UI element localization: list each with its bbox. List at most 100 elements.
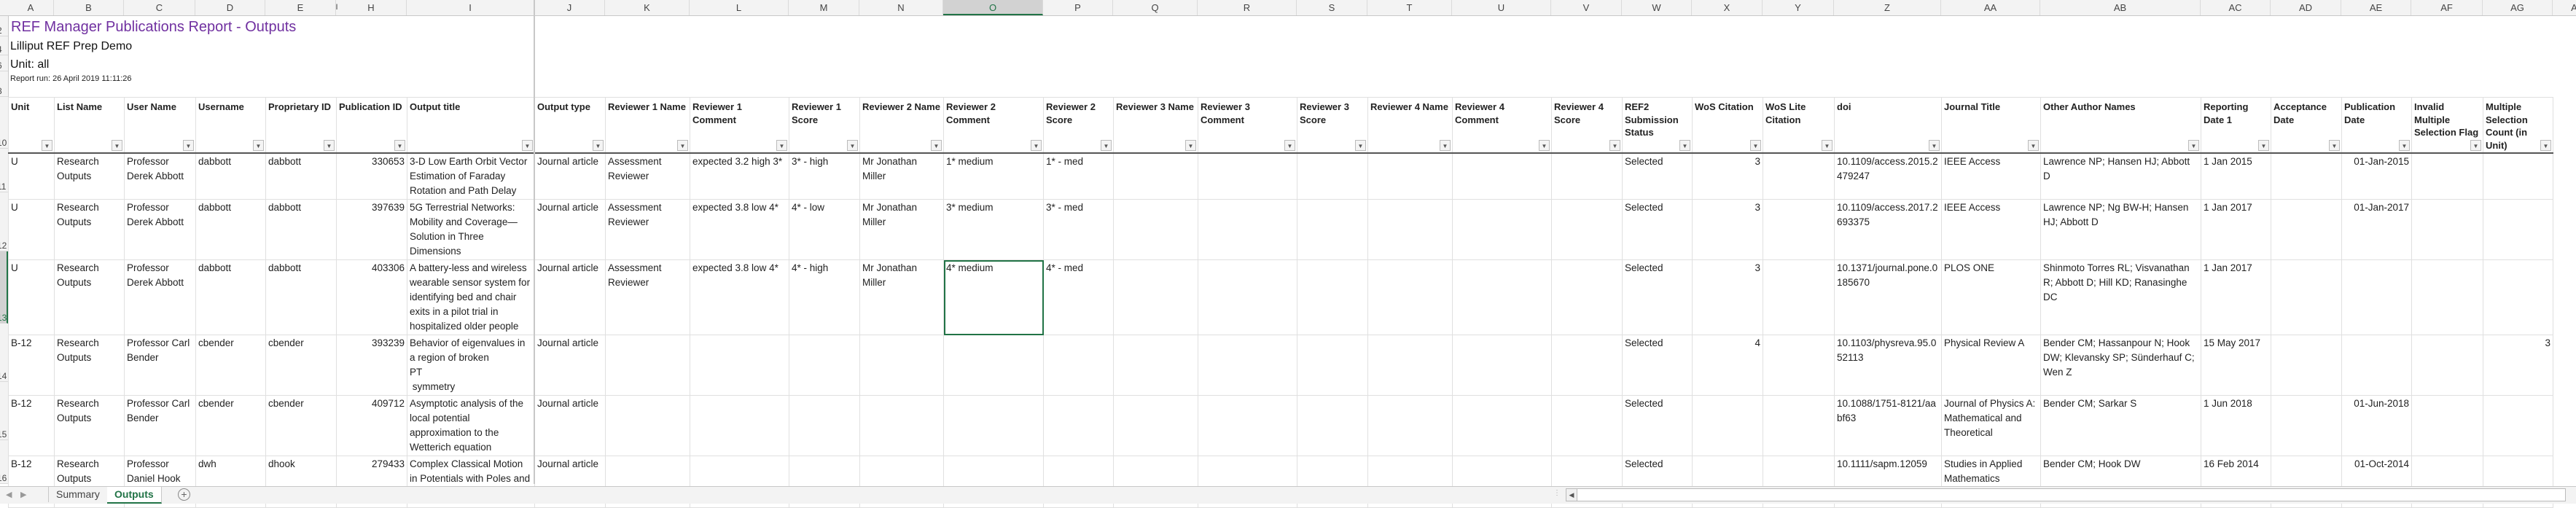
cell-publication-date[interactable]: 01-Jan-2017 (2341, 199, 2412, 260)
cell-reviewer-4-comment[interactable] (1452, 199, 1552, 260)
tab-split-handle[interactable]: ⋮ (1553, 489, 1561, 497)
filter-dropdown-icon[interactable]: ▼ (2540, 140, 2551, 151)
filter-dropdown-icon[interactable]: ▼ (1609, 140, 1620, 151)
column-letter[interactable]: AD (2271, 0, 2341, 15)
next-sheet-icon[interactable]: ▶ (20, 490, 26, 499)
column-letter[interactable]: Q (1113, 0, 1198, 15)
filter-dropdown-icon[interactable]: ▼ (1101, 140, 1112, 151)
column-letter[interactable]: R (1198, 0, 1297, 15)
cell-output-type[interactable]: Journal article (534, 199, 606, 260)
column-letter[interactable]: C (124, 0, 195, 15)
filter-dropdown-icon[interactable]: ▼ (394, 140, 405, 151)
cell-wos-citation[interactable] (1692, 395, 1763, 456)
cell-publication-id[interactable]: 393239 (336, 335, 407, 396)
cell-reviewer-3-score[interactable] (1297, 199, 1368, 260)
filter-dropdown-icon[interactable]: ▼ (677, 140, 688, 151)
row-number[interactable]: 10 (0, 97, 8, 149)
cell-unit[interactable]: B-12 (8, 395, 55, 456)
cell-reviewer-4-score[interactable] (1551, 259, 1623, 335)
cell-ref2-submission-status[interactable]: Selected (1622, 199, 1693, 260)
cell-output-title[interactable]: 5G Terrestrial Networks: Mobility and Co… (407, 199, 535, 260)
hidden-columns-marker[interactable]: I (335, 0, 339, 15)
cell-acceptance-date[interactable] (2271, 395, 2342, 456)
cell-reporting-date-1[interactable]: 1 Jan 2015 (2201, 152, 2271, 200)
cell-username[interactable]: cbender (195, 335, 266, 396)
column-letter[interactable]: K (605, 0, 690, 15)
row-number[interactable]: 11 (0, 149, 8, 192)
cell-output-title[interactable]: Asymptotic analysis of the local potenti… (407, 395, 535, 456)
cell-unit[interactable]: B-12 (8, 335, 55, 396)
cell-list-name[interactable]: Research Outputs (54, 259, 125, 335)
cell-publication-id[interactable]: 403306 (336, 259, 407, 335)
column-letter[interactable]: H (336, 0, 407, 15)
cell-reviewer-4-name[interactable] (1367, 395, 1453, 456)
filter-dropdown-icon[interactable]: ▼ (253, 140, 264, 151)
cell-output-type[interactable]: Journal article (534, 152, 606, 200)
cell-reviewer-2-score[interactable]: 3* - med (1043, 199, 1114, 260)
filter-dropdown-icon[interactable]: ▼ (1185, 140, 1196, 151)
cell-reviewer-3-comment[interactable] (1198, 259, 1297, 335)
cell-reviewer-4-comment[interactable] (1452, 335, 1552, 396)
filter-dropdown-icon[interactable]: ▼ (324, 140, 335, 151)
filter-dropdown-icon[interactable]: ▼ (2258, 140, 2269, 151)
cell-reviewer-1-comment[interactable]: expected 3.8 low 4* (690, 199, 789, 260)
cell-journal-title[interactable]: PLOS ONE (1941, 259, 2041, 335)
filter-dropdown-icon[interactable]: ▼ (1355, 140, 1366, 151)
cell-reviewer-4-name[interactable] (1367, 199, 1453, 260)
cell-wos-lite-citation[interactable] (1763, 335, 1835, 396)
row-number[interactable]: 6 (0, 55, 8, 71)
add-sheet-icon[interactable]: + (178, 488, 190, 501)
cell-doi[interactable]: 10.1109/access.2017.2693375 (1834, 199, 1942, 260)
cell-reviewer-4-comment[interactable] (1452, 259, 1552, 335)
filter-dropdown-icon[interactable]: ▼ (183, 140, 194, 151)
cell-reviewer-1-comment[interactable]: expected 3.2 high 3* (690, 152, 789, 200)
column-letter[interactable]: U (1452, 0, 1551, 15)
filter-dropdown-icon[interactable]: ▼ (2470, 140, 2481, 151)
cell-reviewer-1-comment[interactable] (690, 335, 789, 396)
cell-user-name[interactable]: Professor Derek Abbott (124, 152, 196, 200)
cell-other-author-names[interactable]: Bender CM; Hassanpour N; Hook DW; Klevan… (2040, 335, 2201, 396)
filter-dropdown-icon[interactable]: ▼ (1284, 140, 1295, 151)
column-letter[interactable]: X (1692, 0, 1763, 15)
filter-dropdown-icon[interactable]: ▼ (847, 140, 858, 151)
cell-reviewer-4-score[interactable] (1551, 395, 1623, 456)
cell-reviewer-2-comment[interactable] (943, 395, 1044, 456)
filter-dropdown-icon[interactable]: ▼ (593, 140, 604, 151)
cell-invalid-multiple-selection-flag[interactable] (2411, 199, 2483, 260)
cell-acceptance-date[interactable] (2271, 199, 2342, 260)
cell-doi[interactable]: 10.1109/access.2015.2479247 (1834, 152, 1942, 200)
filter-dropdown-icon[interactable]: ▼ (1031, 140, 1042, 151)
cell-list-name[interactable]: Research Outputs (54, 335, 125, 396)
cell-reviewer-4-name[interactable] (1367, 152, 1453, 200)
row-number[interactable]: 8 (0, 71, 8, 97)
cell-reviewer-1-comment[interactable] (690, 395, 789, 456)
sheet-tab-summary[interactable]: Summary (48, 487, 108, 502)
cell-doi[interactable]: 10.1088/1751-8121/aabf63 (1834, 395, 1942, 456)
cell-unit[interactable]: U (8, 199, 55, 260)
cell-reviewer-4-name[interactable] (1367, 335, 1453, 396)
cell-reviewer-3-name[interactable] (1113, 259, 1198, 335)
cell-proprietary-id[interactable]: dabbott (265, 152, 337, 200)
cell-reviewer-2-name[interactable] (859, 335, 944, 396)
cell-proprietary-id[interactable]: dabbott (265, 199, 337, 260)
cell-reviewer-3-comment[interactable] (1198, 152, 1297, 200)
cell-unit[interactable]: U (8, 152, 55, 200)
cell-reviewer-3-comment[interactable] (1198, 395, 1297, 456)
cell-reporting-date-1[interactable]: 15 May 2017 (2201, 335, 2271, 396)
cell-reviewer-1-comment[interactable]: expected 3.8 low 4* (690, 259, 789, 335)
horizontal-scrollbar[interactable]: ◀ (1566, 488, 2566, 501)
cell-reviewer-2-score[interactable]: 1* - med (1043, 152, 1114, 200)
cell-reviewer-1-score[interactable]: 4* - high (789, 259, 860, 335)
cell-journal-title[interactable]: Journal of Physics A: Mathematical and T… (1941, 395, 2041, 456)
row-number[interactable]: 12 (0, 192, 8, 251)
cell-reviewer-3-score[interactable] (1297, 395, 1368, 456)
cell-wos-lite-citation[interactable] (1763, 199, 1835, 260)
cell-reviewer-2-score[interactable] (1043, 395, 1114, 456)
cell-multiple-selection-count-in-unit[interactable] (2483, 395, 2553, 456)
filter-dropdown-icon[interactable]: ▼ (1440, 140, 1451, 151)
cell-proprietary-id[interactable]: cbender (265, 395, 337, 456)
cell-journal-title[interactable]: IEEE Access (1941, 152, 2041, 200)
cell-output-title[interactable]: Behavior of eigenvalues in a region of b… (407, 335, 535, 396)
column-letter[interactable]: S (1297, 0, 1367, 15)
cell-output-title[interactable]: 3-D Low Earth Orbit Vector Estimation of… (407, 152, 535, 200)
